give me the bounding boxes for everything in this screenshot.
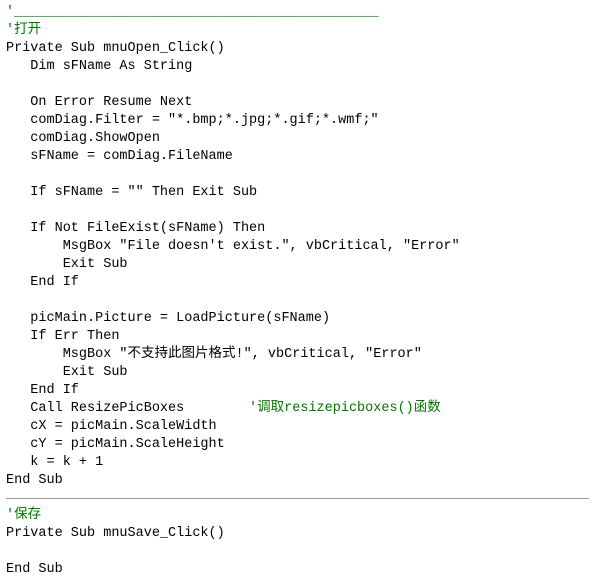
code-line: End If	[6, 383, 79, 398]
code-comment-line: '保存	[6, 508, 42, 523]
code-block-save-handler: '保存 Private Sub mnuSave_Click() End Sub	[6, 507, 597, 579]
code-line: On Error Resume Next	[6, 95, 193, 110]
code-line: picMain.Picture = LoadPicture(sFName)	[6, 311, 331, 326]
section-divider	[6, 498, 589, 499]
code-line: Private Sub mnuOpen_Click()	[6, 41, 225, 56]
code-line: cX = picMain.ScaleWidth	[6, 419, 217, 434]
code-line: If Err Then	[6, 329, 120, 344]
code-line: End If	[6, 275, 79, 290]
code-segment: Call ResizePicBoxes	[6, 401, 250, 416]
code-line: comDiag.ShowOpen	[6, 131, 160, 146]
code-comment-line: '打开	[6, 23, 42, 38]
inline-comment-segment: '调取resizepicboxes()函数	[249, 401, 441, 416]
code-line: MsgBox "不支持此图片格式!", vbCritical, "Error"	[6, 347, 422, 362]
code-line-with-comment: Call ResizePicBoxes '调取resizepicboxes()函…	[6, 400, 597, 418]
code-line: Private Sub mnuSave_Click()	[6, 526, 225, 541]
code-line: If sFName = "" Then Exit Sub	[6, 185, 258, 200]
code-line: comDiag.Filter = "*.bmp;*.jpg;*.gif;*.wm…	[6, 113, 379, 128]
code-line: Exit Sub	[6, 257, 128, 272]
code-line: Exit Sub	[6, 365, 128, 380]
code-listing: '_______________________________________…	[0, 0, 597, 579]
code-comment-line: '_______________________________________…	[6, 5, 379, 20]
code-block-open-handler: '_______________________________________…	[6, 4, 597, 490]
code-line: MsgBox "File doesn't exist.", vbCritical…	[6, 239, 460, 254]
code-line: sFName = comDiag.FileName	[6, 149, 233, 164]
code-line: End Sub	[6, 473, 63, 488]
code-line: cY = picMain.ScaleHeight	[6, 437, 225, 452]
code-line: End Sub	[6, 562, 63, 577]
code-line: If Not FileExist(sFName) Then	[6, 221, 266, 236]
code-line: Dim sFName As String	[6, 59, 193, 74]
code-line: k = k + 1	[6, 455, 104, 470]
